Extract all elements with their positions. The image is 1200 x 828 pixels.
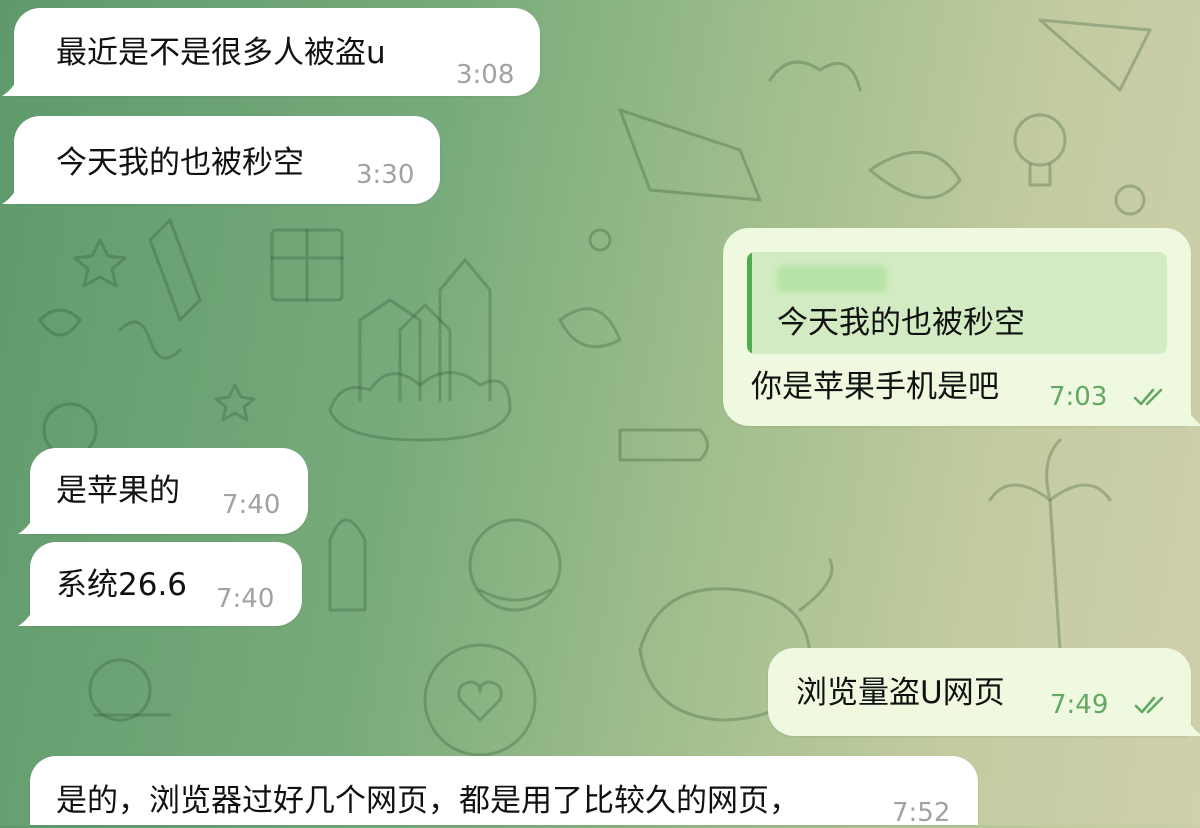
message-time: 3:30: [356, 160, 415, 190]
message-text: 今天我的也被秒空: [56, 145, 304, 181]
message-text: 浏览量盗U网页: [796, 675, 1005, 711]
bubble-tail-icon: [1187, 408, 1200, 426]
bubble-tail-icon: [2, 78, 18, 96]
bubble-tail-icon: [18, 608, 34, 626]
double-check-icon: [1133, 388, 1163, 406]
message-text: 最近是不是很多人被盗u: [56, 35, 386, 71]
bubble-tail-icon: [2, 186, 18, 204]
chat-background: { "messages": [ {"id": "m1", "direction"…: [0, 0, 1200, 828]
message-bubble-incoming[interactable]: 是的，浏览器过好几个网页，都是用了比较久的网页， 7:52: [30, 756, 978, 828]
double-check-icon: [1134, 696, 1164, 714]
bubble-tail-icon: [18, 516, 34, 534]
reply-quote[interactable]: 今天我的也被秒空: [747, 252, 1167, 354]
message-text: 你是苹果手机是吧: [751, 369, 999, 405]
message-time: 7:40: [216, 584, 275, 614]
message-time: 7:52: [892, 798, 951, 828]
bubble-tail-icon: [1187, 718, 1200, 736]
message-time: 7:40: [222, 490, 281, 520]
message-time: 3:08: [456, 60, 515, 90]
castle-doodle: [328, 258, 512, 442]
message-bubble-outgoing[interactable]: 浏览量盗U网页 7:49: [768, 648, 1200, 736]
message-bubble-outgoing[interactable]: 今天我的也被秒空 你是苹果手机是吧 7:03: [723, 228, 1200, 426]
message-bubble-incoming[interactable]: 今天我的也被秒空 3:30: [2, 116, 440, 204]
message-time: 7:49: [1050, 690, 1109, 720]
message-bubble-incoming[interactable]: 是苹果的 7:40: [18, 448, 308, 534]
message-text: 系统26.6: [56, 567, 188, 603]
reply-sender-name-redacted: [777, 266, 887, 292]
message-text: 是苹果的: [56, 473, 180, 509]
message-time: 7:03: [1049, 382, 1108, 412]
message-text: 是的，浏览器过好几个网页，都是用了比较久的网页，: [56, 783, 800, 819]
message-bubble-incoming[interactable]: 最近是不是很多人被盗u 3:08: [2, 8, 540, 96]
reply-accent-bar: [747, 252, 752, 354]
message-bubble-incoming[interactable]: 系统26.6 7:40: [18, 542, 302, 626]
reply-quoted-text: 今天我的也被秒空: [777, 305, 1025, 341]
